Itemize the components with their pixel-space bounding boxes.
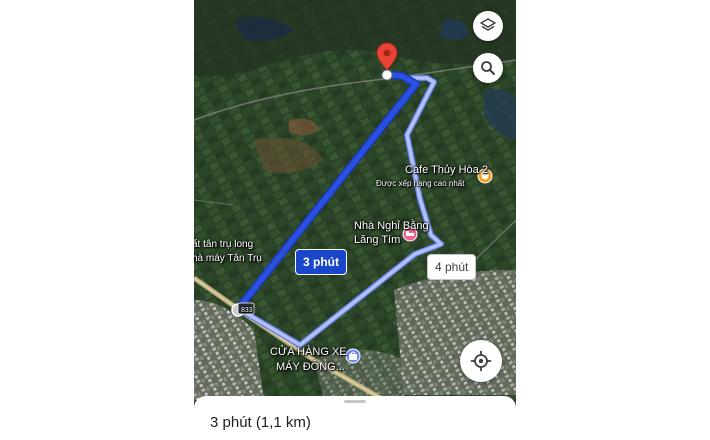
layers-button[interactable] [473, 11, 503, 41]
my-location-icon [470, 350, 492, 372]
route-summary: 3 phút (1,1 km) [210, 414, 311, 431]
shop-name-label-line2[interactable]: MÁY ĐÔNG... [276, 361, 345, 373]
route-bottom-sheet[interactable]: 3 phút (1,1 km) [194, 396, 516, 440]
my-location-button[interactable] [460, 340, 502, 382]
shop-name-label[interactable]: CỬA HÀNG XE [270, 346, 347, 358]
main-route-duration-chip[interactable]: 3 phút [295, 249, 347, 275]
shop-icon[interactable] [345, 348, 361, 364]
left-place-label-2[interactable]: hà máy Tân Trụ [194, 253, 262, 264]
village-area [394, 270, 516, 395]
route-duration: 3 phút [210, 414, 252, 431]
route-distance: (1,1 km) [255, 414, 311, 431]
road-number-label: 833 [241, 307, 253, 314]
search-icon [481, 61, 495, 75]
motel-name-label-line2[interactable]: Lăng Tím [354, 234, 400, 246]
sheet-drag-handle[interactable] [344, 400, 366, 403]
cafe-subtitle-label: Được xếp hạng cao nhất [376, 179, 465, 188]
map-view[interactable]: Cafe Thủy Hòa 2 Được xếp hạng cao nhất N… [194, 0, 516, 440]
search-button[interactable] [473, 53, 503, 83]
alternative-route-duration-chip[interactable]: 4 phút [427, 254, 477, 280]
left-place-label-1[interactable]: ất tân trụ long [194, 239, 253, 250]
motel-name-label[interactable]: Nhà Nghỉ Bằng [354, 220, 429, 232]
layers-icon [480, 18, 496, 31]
cafe-name-label[interactable]: Cafe Thủy Hòa 2 [405, 164, 488, 176]
